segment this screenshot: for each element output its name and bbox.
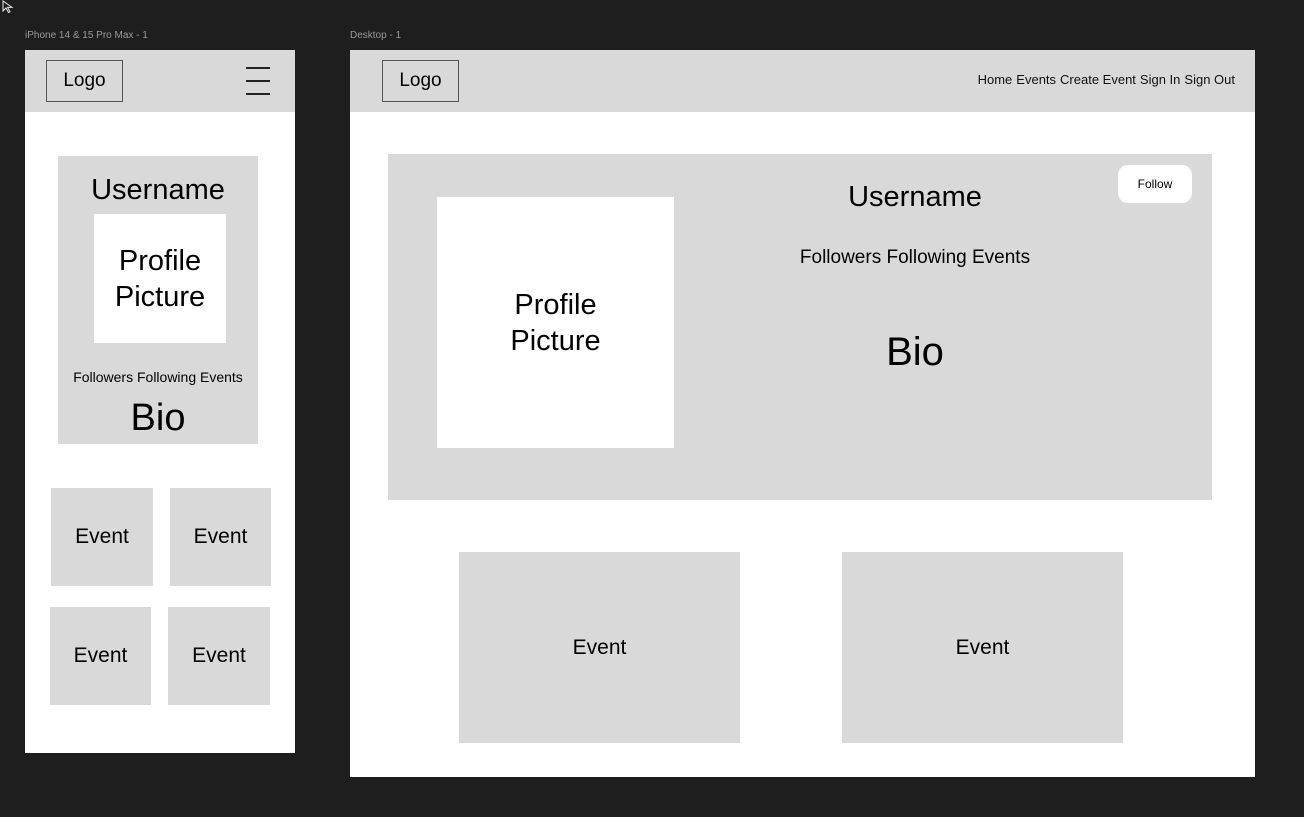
mobile-event-card[interactable]: Event — [168, 607, 270, 705]
mobile-username: Username — [91, 173, 225, 206]
desktop-logo[interactable]: Logo — [382, 60, 459, 102]
mobile-profile-picture: Profile Picture — [94, 214, 226, 343]
follow-button[interactable]: Follow — [1118, 165, 1192, 203]
nav-link-sign-in[interactable]: Sign In — [1140, 72, 1180, 90]
mobile-event-card[interactable]: Event — [51, 488, 153, 586]
mobile-profile-card: Username Profile Picture Followers Follo… — [58, 156, 258, 444]
mobile-event-card[interactable]: Event — [50, 607, 151, 705]
desktop-profile-stats: Followers Following Events — [799, 247, 1031, 268]
mobile-frame-label: iPhone 14 & 15 Pro Max - 1 — [25, 30, 148, 41]
mobile-event-card[interactable]: Event — [170, 488, 271, 586]
desktop-profile-picture: Profile Picture — [437, 197, 674, 448]
nav-link-sign-out[interactable]: Sign Out — [1184, 72, 1235, 90]
mobile-bio: Bio — [130, 396, 186, 439]
desktop-bio: Bio — [886, 329, 944, 374]
desktop-navbar: Logo Home Events Create Event Sign In Si… — [350, 50, 1255, 112]
nav-link-create-event[interactable]: Create Event — [1060, 72, 1136, 90]
desktop-frame: Logo Home Events Create Event Sign In Si… — [350, 50, 1255, 777]
nav-link-home[interactable]: Home — [978, 72, 1013, 90]
mobile-navbar: Logo — [25, 50, 295, 112]
desktop-username: Username — [848, 180, 982, 213]
desktop-profile-panel: Profile Picture Username Followers Follo… — [388, 154, 1212, 500]
nav-link-events[interactable]: Events — [1016, 72, 1056, 90]
desktop-nav-links: Home Events Create Event Sign In Sign Ou… — [978, 72, 1235, 90]
mobile-frame: Logo Username Profile Picture Followers … — [25, 50, 295, 753]
mobile-logo[interactable]: Logo — [46, 60, 123, 102]
desktop-frame-label: Desktop - 1 — [350, 30, 402, 41]
desktop-event-card[interactable]: Event — [459, 552, 740, 743]
mobile-profile-stats: Followers Following Events — [73, 369, 243, 385]
desktop-event-card[interactable]: Event — [842, 552, 1123, 743]
hamburger-menu-icon[interactable] — [246, 66, 270, 96]
cursor-icon — [2, 0, 14, 14]
